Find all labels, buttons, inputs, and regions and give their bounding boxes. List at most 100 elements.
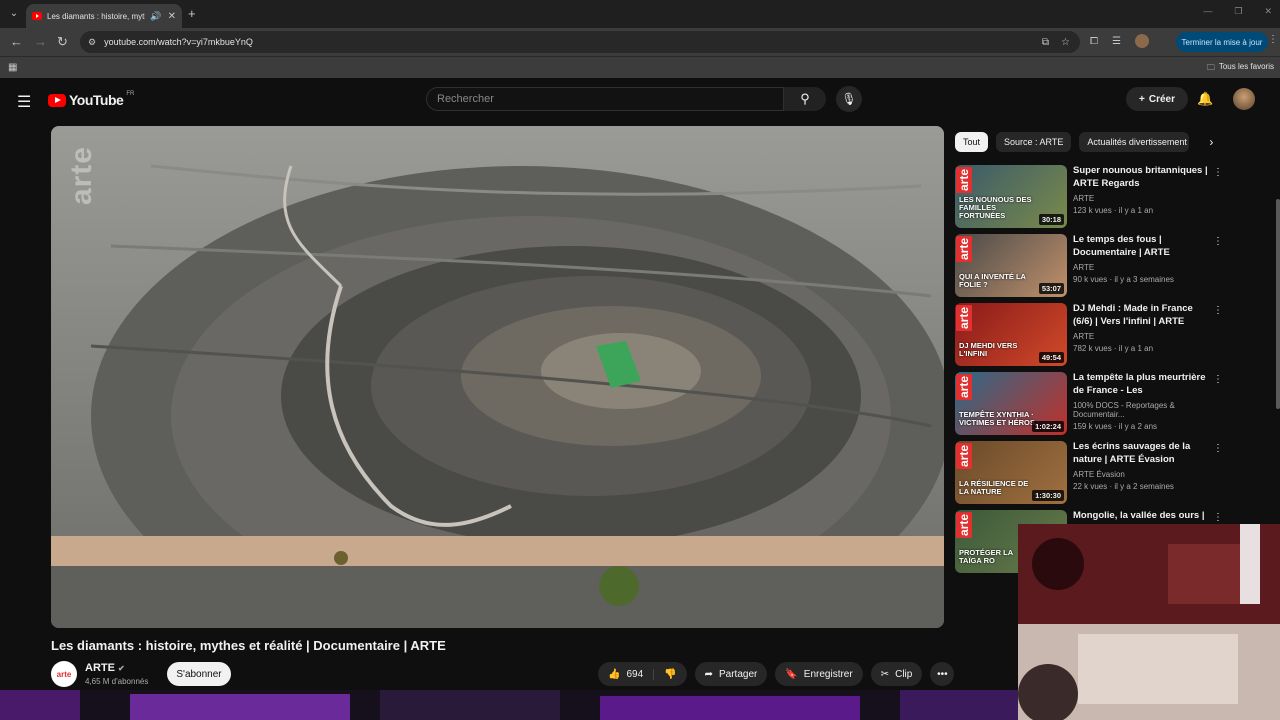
site-info-icon[interactable]: ⚙ [88,37,96,48]
thumbnail-arte-logo: arte [956,305,972,332]
chip-all[interactable]: Tout [955,132,989,152]
video-duration: 1:02:24 [1032,421,1064,432]
chip-entertainment-news[interactable]: Actualités divertissement [1079,132,1190,152]
update-button[interactable]: Terminer la mise à jour [1176,32,1268,52]
video-thumbnail[interactable]: arte DJ MEHDI VERS L'INFINI 49:54 [955,303,1067,366]
recommendation-item[interactable]: arte TEMPÊTE XYNTHIA · VICTIMES ET HÉROS 1… [955,372,1225,436]
chevron-right-icon[interactable]: › [1209,135,1213,149]
recommendation-meta: 782 k vues · il y a 1 an [1073,343,1154,353]
recommendation-item[interactable]: arte QUI A INVENTÉ LA FOLIE ? 53:07 Le temp… [955,234,1225,298]
recommendation-item[interactable]: arte DJ MEHDI VERS L'INFINI 49:54 DJ Mehdi … [955,303,1225,367]
recommendation-item[interactable]: arte LA RÉSILIENCE DE LA NATURE 1:30:30 Les… [955,441,1225,505]
speaker-icon[interactable]: 🔊 [150,11,161,22]
account-avatar[interactable] [1233,88,1255,110]
video-duration: 30:18 [1038,214,1064,225]
page-scrollbar[interactable] [1276,199,1280,409]
tab-search-icon[interactable]: ⌄ [6,6,22,22]
search-input[interactable]: Rechercher [426,87,784,111]
recommendation-channel[interactable]: ARTE Évasion [1073,470,1225,479]
youtube-play-icon [48,93,66,107]
verified-check-icon: ✔ [117,663,125,673]
scissors-icon: ✂ [880,668,890,680]
recommendation-item[interactable]: arte LES NOUNOUS DES FAMILLES FORTUNÉES 30… [955,165,1225,229]
dislike-button[interactable]: 👎 [654,669,686,680]
video-thumbnail[interactable]: arte LES NOUNOUS DES FAMILLES FORTUNÉES 30… [955,165,1067,228]
like-button[interactable]: 👍 694 [598,668,655,680]
thumbnail-arte-logo: arte [956,374,972,401]
share-icon: ➦ [704,668,713,680]
recommendation-title[interactable]: La tempête la plus meurtrière de France … [1073,372,1211,398]
clip-button[interactable]: ✂ Clip [870,662,923,686]
maximize-icon[interactable]: ❐ [1234,6,1242,17]
browser-tab-strip: ⌄ Les diamants : histoire, myth 🔊 ✕ + — … [0,0,1280,28]
bookmark-icon: 🔖 [785,668,798,680]
reading-list-icon[interactable]: ☰ [1112,36,1121,47]
back-icon[interactable]: ← [10,34,23,49]
hamburger-menu-icon[interactable]: ☰ [17,92,31,112]
recommendation-title[interactable]: Mongolie, la vallée des ours | [1073,510,1211,523]
plus-icon: + [1139,93,1145,105]
subscriber-count: 4,65 M d'abonnés [85,677,149,686]
thumbnail-caption: DJ MEHDI VERS L'INFINI [959,341,1018,359]
more-options-icon[interactable]: ⋮ [1213,167,1223,178]
browser-toolbar: ← → ↻ ⚙ youtube.com/watch?v=yi7mkbueYnQ … [0,28,1280,56]
video-duration: 1:30:30 [1032,490,1064,501]
video-thumbnail[interactable]: arte TEMPÊTE XYNTHIA · VICTIMES ET HÉROS 1… [955,372,1067,435]
close-window-icon[interactable]: ✕ [1264,6,1272,17]
more-options-icon[interactable]: ⋮ [1213,305,1223,316]
voice-search-button[interactable]: 🎙 [836,86,862,112]
channel-name[interactable]: ARTE ✔ [85,662,125,674]
browser-tab-active[interactable]: Les diamants : histoire, myth 🔊 ✕ [26,4,182,28]
recommendation-info: DJ Mehdi : Made in France (6/6) | Vers l… [1073,303,1225,367]
subscribe-button[interactable]: S'abonner [167,662,231,686]
thumbnail-arte-logo: arte [956,236,972,263]
logo-text: YouTube [69,92,124,108]
share-button[interactable]: ➦ Partager [694,662,768,686]
create-button[interactable]: + Créer [1126,87,1188,111]
like-count: 694 [626,668,644,680]
video-player[interactable]: arte [51,126,944,628]
youtube-logo[interactable]: YouTube FR [48,91,134,108]
notifications-bell-icon[interactable]: 🔔 [1197,91,1213,107]
recommendation-channel[interactable]: ARTE [1073,194,1225,203]
more-options-icon[interactable]: ⋮ [1213,236,1223,247]
chip-source-arte[interactable]: Source : ARTE [996,132,1072,152]
recommendation-title[interactable]: Le temps des fous | Documentaire | ARTE [1073,234,1211,260]
more-options-icon[interactable]: ⋮ [1213,443,1223,454]
video-thumbnail[interactable]: arte QUI A INVENTÉ LA FOLIE ? 53:07 [955,234,1067,297]
all-bookmarks[interactable]: 🗀 Tous les favoris [1207,62,1274,76]
new-tab-button[interactable]: + [188,6,196,21]
thumbs-up-icon: 👍 [608,668,621,680]
minimize-icon[interactable]: — [1203,6,1212,17]
save-button[interactable]: 🔖 Enregistrer [775,662,863,686]
reload-icon[interactable]: ↻ [57,34,68,50]
profile-avatar[interactable] [1134,34,1149,48]
recommendation-title[interactable]: DJ Mehdi : Made in France (6/6) | Vers l… [1073,303,1211,329]
search-button[interactable]: ⚲ [784,87,826,111]
recommendation-meta: 22 k vues · il y a 2 semaines [1073,481,1174,491]
forward-icon[interactable]: → [34,34,47,49]
apps-grid-icon[interactable]: ▦ [8,62,17,73]
recommendation-channel[interactable]: ARTE [1073,332,1225,341]
clip-label: Clip [895,668,913,680]
channel-avatar[interactable]: arte [51,661,77,687]
video-thumbnail[interactable]: arte LA RÉSILIENCE DE LA NATURE 1:30:30 [955,441,1067,504]
url-text[interactable]: youtube.com/watch?v=yi7mkbueYnQ [104,37,253,47]
more-options-icon[interactable]: ⋮ [1213,512,1223,523]
recommendation-meta: 159 k vues · il y a 2 ans [1073,422,1158,431]
recommendation-channel[interactable]: 100% DOCS - Reportages & Documentair... [1073,401,1225,419]
desktop-wallpaper-strip [0,690,1018,720]
more-actions-button[interactable]: ••• [930,662,955,686]
more-options-icon[interactable]: ⋮ [1213,374,1223,385]
address-bar[interactable]: ⚙ youtube.com/watch?v=yi7mkbueYnQ ⧉ ☆ [80,31,1080,53]
bookmark-star-icon[interactable]: ☆ [1061,37,1070,48]
browser-menu-icon[interactable]: ⋮ [1268,34,1278,45]
install-app-icon[interactable]: ⧉ [1042,37,1049,48]
recommendation-channel[interactable]: ARTE [1073,263,1225,272]
folder-icon: 🗀 [1206,63,1215,72]
close-tab-icon[interactable]: ✕ [168,11,176,22]
recommendation-title[interactable]: Les écrins sauvages de la nature | ARTE … [1073,441,1211,467]
recommendation-title[interactable]: Super nounous britanniques | ARTE Regard… [1073,165,1211,191]
thumbnail-caption: QUI A INVENTÉ LA FOLIE ? [959,272,1026,290]
extensions-icon[interactable]: ⧠ [1090,36,1098,47]
